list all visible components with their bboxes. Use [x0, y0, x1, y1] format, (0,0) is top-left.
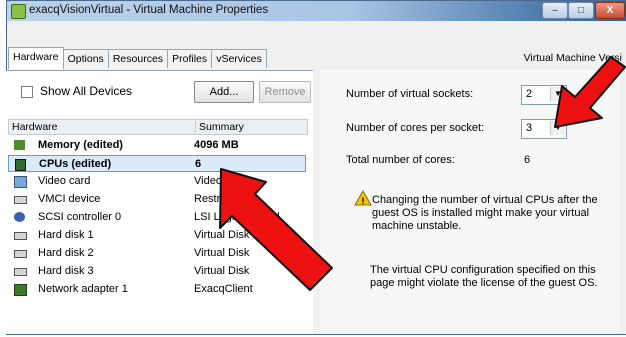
row-summary: Virtual Disk: [194, 265, 250, 277]
tab-vservices[interactable]: vServices: [211, 49, 267, 68]
hardware-table-header: Hardware Summary: [8, 119, 308, 135]
table-row[interactable]: Hard disk 1 Virtual Disk: [8, 227, 306, 244]
minimize-button[interactable]: –: [542, 2, 568, 19]
row-hardware: Hard disk 3: [38, 265, 94, 277]
table-row[interactable]: Hard disk 3 Virtual Disk: [8, 263, 306, 280]
maximize-button[interactable]: □: [568, 2, 594, 19]
cores-per-socket-value: 3: [526, 122, 533, 134]
disk-icon: [14, 250, 27, 258]
row-summary: 6: [195, 158, 202, 170]
row-summary: Restricted: [194, 193, 244, 205]
window-title: exacqVisionVirtual - Virtual Machine Pro…: [29, 4, 269, 16]
cpu-icon: [15, 159, 26, 171]
row-summary: LSI Logic Parallel: [194, 211, 280, 223]
row-hardware: SCSI controller 0: [38, 211, 122, 223]
cores-per-socket-dropdown[interactable]: 3 ▼: [521, 119, 567, 139]
total-cores-value: 6: [524, 154, 531, 166]
vm-version-label: Virtual Machine Versi: [523, 52, 622, 64]
disk-icon: [14, 268, 27, 276]
row-hardware: Memory (edited): [38, 139, 123, 151]
memory-icon: [14, 140, 25, 150]
table-row[interactable]: Network adapter 1 ExacqClient: [8, 281, 306, 298]
cpu-change-warning: Changing the number of virtual CPUs afte…: [372, 194, 598, 232]
scsi-icon: [14, 212, 25, 222]
hardware-column-header[interactable]: Hardware: [12, 121, 58, 133]
row-summary: ExacqClient: [194, 283, 253, 295]
vm-app-icon: [11, 4, 26, 19]
tab-resources[interactable]: Resources: [107, 49, 169, 68]
title-bar[interactable]: exacqVisionVirtual - Virtual Machine Pro…: [7, 1, 626, 21]
total-cores-label: Total number of cores:: [346, 154, 455, 166]
tab-hardware[interactable]: Hardware: [8, 47, 64, 69]
close-button[interactable]: X: [595, 2, 625, 19]
cores-per-socket-label: Number of cores per socket:: [346, 122, 485, 134]
tab-profiles[interactable]: Profiles: [167, 49, 213, 68]
row-summary: Video card: [194, 175, 247, 187]
remove-button[interactable]: Remove: [259, 81, 311, 103]
show-all-devices-label: Show All Devices: [40, 84, 133, 98]
chevron-down-icon[interactable]: ▼: [550, 87, 565, 101]
row-summary: Virtual Disk: [194, 247, 250, 259]
summary-column-header[interactable]: Summary: [195, 121, 244, 133]
network-icon: [14, 284, 27, 296]
row-hardware: CPUs (edited): [39, 158, 112, 170]
device-icon: [14, 196, 27, 204]
row-summary: Virtual Disk: [194, 229, 250, 241]
sockets-value: 2: [526, 88, 533, 100]
table-row[interactable]: Memory (edited) 4096 MB: [8, 137, 306, 154]
row-summary: 4096 MB: [194, 139, 239, 151]
row-hardware: Network adapter 1: [38, 283, 128, 295]
table-row[interactable]: SCSI controller 0 LSI Logic Parallel: [8, 209, 306, 226]
show-all-devices-checkbox[interactable]: [21, 86, 33, 98]
tab-bar: Hardware Options Resources Profiles vSer…: [8, 47, 267, 71]
row-hardware: Hard disk 1: [38, 229, 94, 241]
table-row[interactable]: VMCI device Restricted: [8, 191, 306, 208]
table-row[interactable]: Video card Video card: [8, 173, 306, 190]
row-hardware: VMCI device: [38, 193, 101, 205]
license-note: The virtual CPU configuration specified …: [370, 264, 598, 289]
row-hardware: Video card: [38, 175, 91, 187]
tab-options[interactable]: Options: [62, 49, 109, 68]
monitor-icon: [14, 176, 27, 188]
row-hardware: Hard disk 2: [38, 247, 94, 259]
table-row[interactable]: CPUs (edited) 6: [8, 155, 306, 172]
sockets-label: Number of virtual sockets:: [346, 88, 474, 100]
sockets-dropdown[interactable]: 2 ▼: [521, 85, 567, 105]
table-row[interactable]: Hard disk 2 Virtual Disk: [8, 245, 306, 262]
chevron-down-icon[interactable]: ▼: [550, 121, 565, 135]
disk-icon: [14, 232, 27, 240]
add-button[interactable]: Add...: [194, 81, 254, 103]
